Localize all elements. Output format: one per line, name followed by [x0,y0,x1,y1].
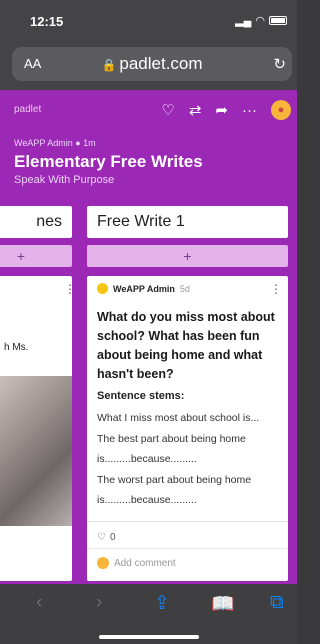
column-header[interactable]: Free Write 1 [87,206,288,238]
address-bar: AA 🔒 padlet.com ↻ [0,40,297,90]
column-header[interactable]: nes [0,206,72,238]
padlet-logo[interactable]: padlet [14,104,41,115]
post-author: WeAPP Admin [113,283,175,294]
forward-icon[interactable]: › [96,592,102,614]
post-body-text: h Ms. [4,342,29,353]
more-icon[interactable]: ··· [242,102,257,119]
add-comment-button[interactable]: Add comment [114,558,176,569]
lock-icon: 🔒 [101,58,117,72]
post-menu-icon[interactable]: ⋮ [270,282,282,296]
url-field[interactable]: AA 🔒 padlet.com ↻ [12,47,292,81]
heart-icon[interactable]: ♡ [161,101,174,119]
reload-icon[interactable]: ↻ [273,55,286,73]
like-row[interactable]: ♡ 0 [97,532,116,543]
sentence-stem: is.........because......... [97,453,197,465]
heart-icon[interactable]: ♡ [97,532,106,543]
post-card[interactable]: ⋮ h Ms. [0,276,72,581]
column-title: Free Write 1 [97,213,185,230]
bookmarks-icon[interactable]: 📖 [211,592,235,616]
user-avatar[interactable]: ● [271,100,291,120]
sentence-stem: The worst part about being home [97,474,252,486]
status-time: 12:15 [30,14,64,29]
divider [87,548,288,549]
sentence-stem: The best part about being home [97,433,246,445]
board-title: Elementary Free Writes [14,152,203,171]
sentence-stem: is.........because......... [97,494,197,506]
stems-heading: Sentence stems: [97,390,185,402]
post-card[interactable]: WeAPP Admin 5d ⋮ What do you miss most a… [87,276,288,581]
wifi-icon: ◠ [255,15,265,27]
add-post-button[interactable]: + [87,245,288,267]
post-question: What do you miss most about school? What… [97,310,275,381]
back-icon[interactable]: ‹ [36,592,42,614]
post-image[interactable] [0,376,72,526]
home-indicator [99,635,199,639]
add-post-button[interactable]: + [0,245,72,267]
board-subtitle: Speak With Purpose [14,174,115,186]
post-time: 5d [179,283,190,294]
sentence-stem: What I miss most about school is... [97,412,260,424]
status-bar: 12:15 ▂▄ ◠ [0,0,297,40]
like-count: 0 [109,532,116,543]
remake-icon[interactable]: ⇄ [189,101,202,119]
add-comment-row[interactable]: Add comment [97,557,176,569]
url-text: padlet.com [119,54,203,73]
post-author-row: WeAPP Admin 5d [97,283,190,294]
board-author: WeAPP Admin [14,138,73,148]
board-meta: WeAPP Admin ● 1m [14,138,96,148]
share-icon[interactable]: ➦ [215,101,228,119]
header-actions: ♡ ⇄ ➦ ··· ● [161,100,291,120]
column-title: nes [36,213,62,230]
divider [87,521,288,522]
commenter-avatar [97,557,109,569]
signal-icon: ▂▄ [235,15,252,27]
tabs-icon[interactable]: ⧉ [270,592,284,614]
padlet-header: padlet ♡ ⇄ ➦ ··· ● [0,90,297,130]
author-avatar [97,283,108,294]
status-icons: ▂▄ ◠ [235,14,287,27]
board-time: 1m [83,138,96,148]
url-display[interactable]: 🔒 padlet.com [12,54,292,74]
padlet-page: padlet ♡ ⇄ ➦ ··· ● WeAPP Admin ● 1m Elem… [0,90,297,584]
post-menu-icon[interactable]: ⋮ [64,282,72,296]
separator-dot: ● [75,138,84,148]
battery-icon [269,16,287,25]
share-icon[interactable]: ⇪ [154,592,170,615]
